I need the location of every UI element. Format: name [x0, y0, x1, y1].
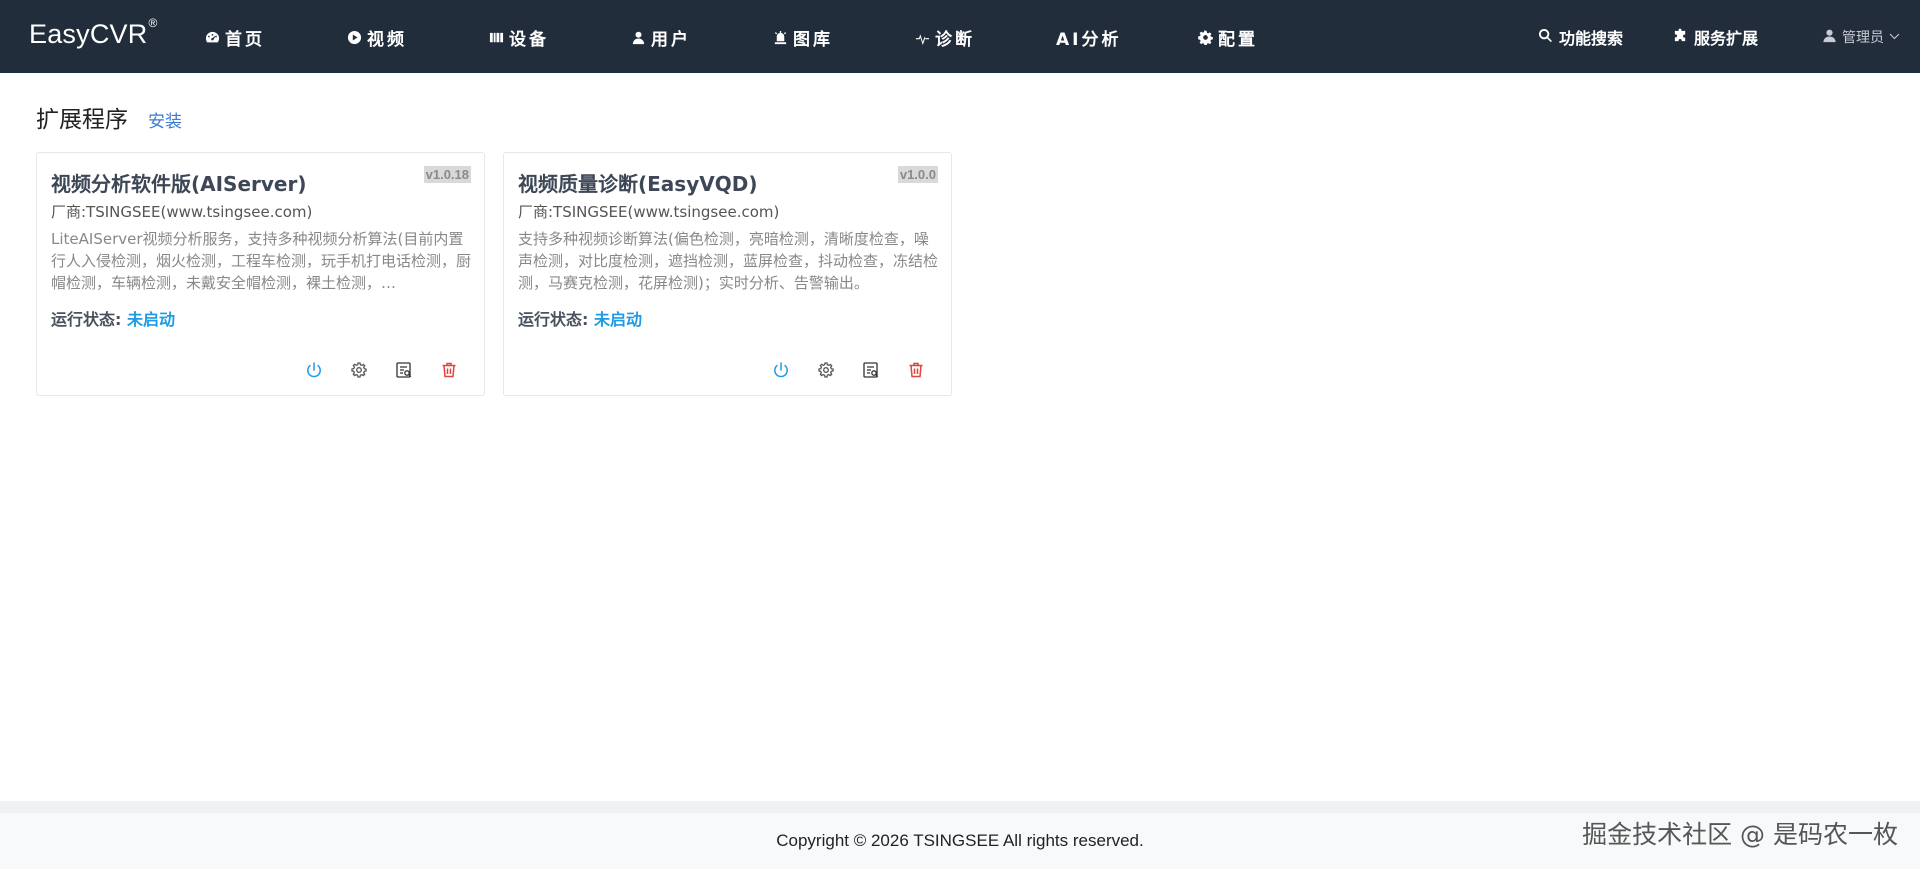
brand-logo[interactable]: EasyCVR®	[29, 16, 158, 50]
status-label: 运行状态:	[51, 310, 122, 329]
nav-item-config[interactable]: 配置	[1197, 26, 1258, 50]
nav-item-video[interactable]: 视频	[346, 26, 407, 50]
watermark: 掘金技术社区 @ 是码农一枚	[1582, 820, 1898, 849]
nav-item-diagnosis[interactable]: 诊断	[914, 26, 975, 50]
nav-item-gallery[interactable]: 图库	[772, 26, 833, 50]
nav-item-label: 配置	[1218, 29, 1258, 50]
log-view-icon[interactable]	[395, 361, 413, 379]
power-icon[interactable]	[305, 361, 323, 379]
card-vendor: 厂商:TSINGSEE(www.tsingsee.com)	[518, 203, 780, 221]
user-icon	[630, 29, 646, 45]
nav-item-label: 设备	[509, 29, 549, 50]
user-menu[interactable]: 管理员	[1822, 27, 1900, 47]
install-link[interactable]: 安装	[148, 107, 182, 132]
version-badge: v1.0.18	[423, 166, 471, 183]
image-library-icon	[772, 29, 788, 45]
nav-item-label: 用户	[651, 29, 691, 50]
nav-item-label: AI分析	[1056, 29, 1122, 50]
card-description: 支持多种视频诊断算法(偏色检测，亮暗检测，清晰度检查，噪声检测，对比度检测，遮挡…	[518, 230, 938, 292]
card-actions	[305, 361, 458, 379]
footer-divider	[0, 801, 1920, 813]
top-navbar: EasyCVR® 首页 视频 设备 用户 图库 诊断 AI分析 配置 功能搜索 …	[0, 0, 1920, 73]
extension-card-aiserver: 视频分析软件版(AIServer) v1.0.18 厂商:TSINGSEE(ww…	[36, 152, 485, 396]
feature-search-label: 功能搜索	[1559, 29, 1624, 48]
nav-item-label: 图库	[793, 29, 833, 50]
play-circle-icon	[346, 29, 362, 45]
card-title: 视频分析软件版(AIServer)	[51, 172, 307, 196]
nav-item-label: 首页	[225, 29, 265, 50]
nav-item-label: 视频	[367, 29, 407, 50]
extension-card-easyvqd: 视频质量诊断(EasyVQD) v1.0.0 厂商:TSINGSEE(www.t…	[503, 152, 952, 396]
search-icon	[1538, 28, 1553, 47]
nav-item-label: 诊断	[935, 29, 975, 50]
dashboard-icon	[204, 29, 220, 45]
chevron-down-icon	[1889, 29, 1900, 45]
power-icon[interactable]	[772, 361, 790, 379]
page-title: 扩展程序	[36, 107, 128, 133]
card-status: 运行状态: 未启动	[518, 306, 642, 330]
card-vendor: 厂商:TSINGSEE(www.tsingsee.com)	[51, 203, 313, 221]
card-actions	[772, 361, 925, 379]
user-avatar-icon	[1822, 28, 1837, 47]
card-description: LiteAIServer视频分析服务，支持多种视频分析算法(目前内置行人入侵检测…	[51, 230, 471, 292]
device-icon	[488, 29, 504, 45]
status-value: 未启动	[593, 310, 642, 329]
log-view-icon[interactable]	[862, 361, 880, 379]
feature-search-button[interactable]: 功能搜索	[1538, 26, 1623, 48]
nav-item-home[interactable]: 首页	[204, 26, 265, 50]
brand-registered-mark: ®	[148, 16, 158, 30]
gear-icon	[1197, 29, 1213, 45]
settings-icon[interactable]	[817, 361, 835, 379]
status-label: 运行状态:	[518, 310, 589, 329]
delete-icon[interactable]	[907, 361, 925, 379]
brand-name: EasyCVR	[29, 19, 148, 49]
nav-item-user[interactable]: 用户	[630, 26, 691, 50]
service-extension-label: 服务扩展	[1694, 29, 1759, 48]
nav-item-ai-analysis[interactable]: AI分析	[1056, 26, 1122, 50]
user-name: 管理员	[1842, 30, 1884, 46]
card-status: 运行状态: 未启动	[51, 306, 175, 330]
footer: Copyright © 2026 TSINGSEE All rights res…	[0, 813, 1920, 869]
puzzle-icon	[1673, 28, 1688, 47]
nav-item-device[interactable]: 设备	[488, 26, 549, 50]
settings-icon[interactable]	[350, 361, 368, 379]
version-badge: v1.0.0	[897, 166, 938, 183]
status-value: 未启动	[126, 310, 175, 329]
delete-icon[interactable]	[440, 361, 458, 379]
service-extension-button[interactable]: 服务扩展	[1673, 26, 1758, 48]
pulse-icon	[914, 29, 930, 45]
card-title: 视频质量诊断(EasyVQD)	[518, 172, 758, 196]
